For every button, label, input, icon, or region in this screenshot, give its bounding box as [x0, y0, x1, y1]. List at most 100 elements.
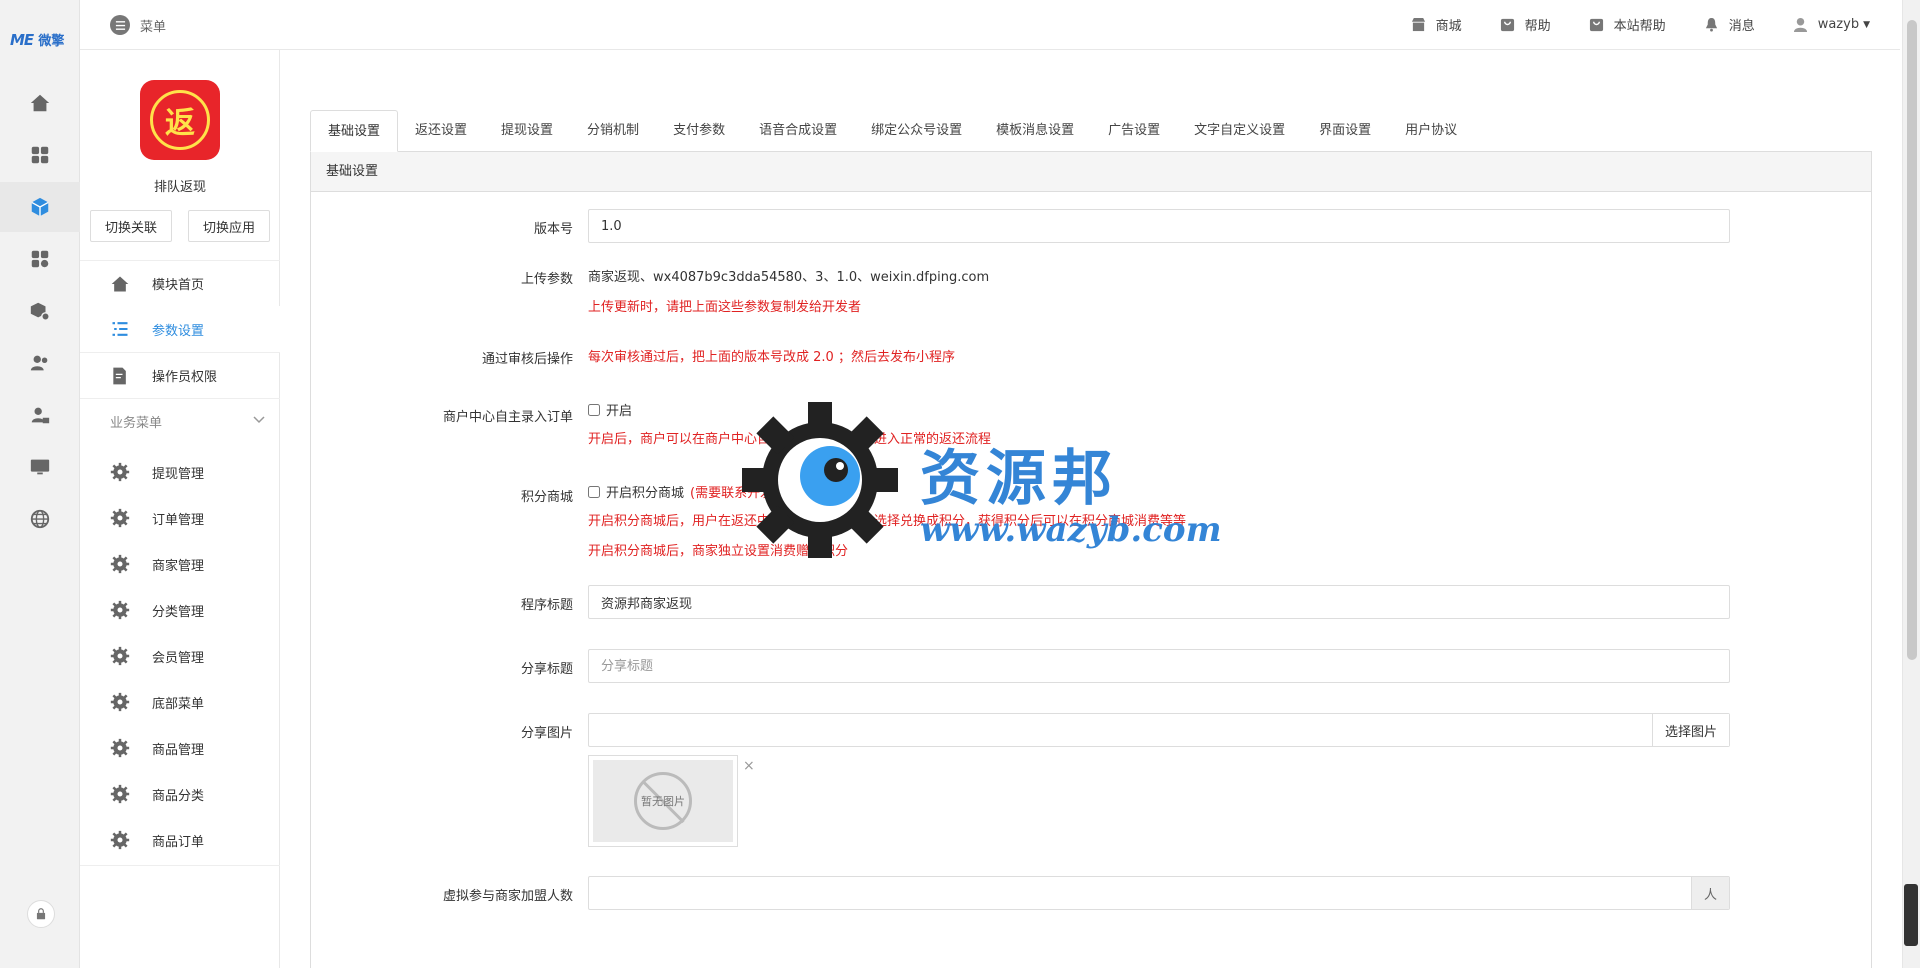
- nav-operator-permissions[interactable]: 操作员权限: [80, 352, 280, 398]
- points-mall-checkbox[interactable]: 开启积分商城 (需要联系开发者付费开通): [588, 482, 843, 501]
- points-mall-hint-2: 开启积分商城后，商家独立设置消费赠送积分: [588, 544, 849, 559]
- rail-users[interactable]: [0, 338, 80, 388]
- rail-modules[interactable]: [0, 182, 80, 232]
- share-image-input[interactable]: [589, 714, 1652, 746]
- floating-widget[interactable]: [1904, 884, 1918, 946]
- share-title-label: 分享标题: [520, 662, 573, 677]
- rail-home[interactable]: [0, 78, 80, 128]
- merchant-order-toggle[interactable]: [588, 403, 600, 416]
- app-logo: 返: [140, 80, 220, 160]
- top-link-mall[interactable]: 商城: [1411, 15, 1462, 34]
- tab-user-agreement[interactable]: 用户协议: [1388, 110, 1474, 152]
- icon-rail: ME 微擎: [0, 0, 80, 968]
- points-mall-label: 积分商城: [520, 490, 573, 505]
- tab-basic-settings[interactable]: 基础设置: [310, 110, 399, 152]
- box-gear-icon: [30, 302, 50, 321]
- biz-item[interactable]: 底部菜单: [80, 679, 280, 725]
- tab-ad-settings[interactable]: 广告设置: [1091, 110, 1177, 152]
- share-image-label: 分享图片: [520, 726, 573, 741]
- users-icon: [30, 355, 48, 371]
- biz-item[interactable]: 商家管理: [80, 541, 280, 587]
- points-mall-toggle[interactable]: [588, 485, 600, 498]
- menu-list-icon: [110, 15, 130, 35]
- nav-param-settings[interactable]: 参数设置: [80, 306, 280, 352]
- tab-payment-params[interactable]: 支付参数: [656, 110, 742, 152]
- tab-official-account[interactable]: 绑定公众号设置: [854, 110, 979, 152]
- scrollbar-thumb[interactable]: [1907, 20, 1917, 660]
- top-link-site-help[interactable]: 本站帮助: [1589, 15, 1666, 34]
- virtual-count-label: 虚拟参与商家加盟人数: [442, 889, 573, 904]
- after-audit-hint: 每次审核通过后，把上面的版本号改成 2.0 ；然后去发布小程序: [588, 350, 955, 365]
- top-link-help[interactable]: 帮助: [1500, 15, 1551, 34]
- virtual-count-group: 人: [588, 876, 1730, 910]
- merchant-order-checkbox[interactable]: 开启: [588, 400, 632, 419]
- nav-module-home[interactable]: 模块首页: [80, 260, 280, 306]
- grid-gear-icon: [31, 250, 49, 268]
- upload-params-label: 上传参数: [520, 272, 573, 287]
- panel-title: 基础设置: [311, 152, 1871, 192]
- rail-module-settings[interactable]: [0, 286, 80, 336]
- top-bar: 菜单 商城 帮助 本站帮助 消息 wazyb ▼: [80, 0, 1900, 50]
- grid-icon: [31, 146, 49, 164]
- share-image-preview: 暂无图片 ×: [588, 755, 755, 847]
- list-icon: [112, 322, 128, 336]
- gear-icon: [110, 784, 130, 804]
- version-input[interactable]: [588, 209, 1730, 243]
- biz-item[interactable]: 商品管理: [80, 725, 280, 771]
- rail-site[interactable]: [0, 494, 80, 544]
- program-title-label: 程序标题: [520, 598, 573, 613]
- choose-image-button[interactable]: 选择图片: [1651, 714, 1729, 746]
- help-bag-icon: [1500, 18, 1514, 32]
- gear-icon: [110, 830, 130, 850]
- business-menu-header[interactable]: 业务菜单: [80, 398, 280, 444]
- edit-doc-icon: [113, 367, 126, 384]
- site-help-bag-icon: [1589, 18, 1603, 32]
- home-icon: [30, 94, 50, 112]
- rail-system[interactable]: [0, 442, 80, 492]
- tab-template-message[interactable]: 模板消息设置: [979, 110, 1091, 152]
- virtual-count-unit: 人: [1690, 877, 1729, 909]
- tab-ui-settings[interactable]: 界面设置: [1302, 110, 1388, 152]
- virtual-count-input[interactable]: [589, 877, 1691, 909]
- settings-tabs: 基础设置 返还设置 提现设置 分销机制 支付参数 语音合成设置 绑定公众号设置 …: [310, 110, 1872, 152]
- globe-icon: [30, 509, 50, 529]
- module-sidebar: 返 排队返现 切换关联 切换应用 模块首页 参数设置 操作员权限 业务菜单 提现…: [80, 50, 280, 968]
- switch-app-button[interactable]: 切换应用: [188, 210, 270, 242]
- main-content: 基础设置 返还设置 提现设置 分销机制 支付参数 语音合成设置 绑定公众号设置 …: [310, 110, 1872, 968]
- biz-item[interactable]: 会员管理: [80, 633, 280, 679]
- tab-distribution[interactable]: 分销机制: [570, 110, 656, 152]
- gear-icon: [110, 692, 130, 712]
- tab-withdraw-settings[interactable]: 提现设置: [484, 110, 570, 152]
- biz-item[interactable]: 提现管理: [80, 449, 280, 495]
- biz-item[interactable]: 分类管理: [80, 587, 280, 633]
- biz-item[interactable]: 商品订单: [80, 817, 280, 863]
- rail-account[interactable]: [0, 390, 80, 440]
- menu-toggle[interactable]: 菜单: [110, 15, 166, 35]
- top-link-messages[interactable]: 消息: [1704, 15, 1755, 34]
- app-name: 排队返现: [153, 180, 206, 195]
- rail-apps[interactable]: [0, 130, 80, 180]
- settings-panel: 基础设置 版本号 上传参数 商家返现、wx4087b9c3dda54580、3、…: [310, 152, 1872, 968]
- chevron-down-icon: [253, 416, 265, 424]
- program-title-input[interactable]: [588, 585, 1730, 619]
- biz-item[interactable]: 订单管理: [80, 495, 280, 541]
- gear-icon: [110, 508, 130, 528]
- tab-return-settings[interactable]: 返还设置: [398, 110, 484, 152]
- lock-button[interactable]: [27, 900, 55, 928]
- bell-icon: [1705, 17, 1717, 32]
- upload-params-value: 商家返现、wx4087b9c3dda54580、3、1.0、weixin.dfp…: [588, 270, 990, 285]
- tab-custom-text[interactable]: 文字自定义设置: [1177, 110, 1302, 152]
- tab-tts-settings[interactable]: 语音合成设置: [742, 110, 854, 152]
- user-lock-icon: [31, 407, 50, 424]
- biz-item[interactable]: 商品分类: [80, 771, 280, 817]
- brand-logo[interactable]: ME 微擎: [10, 30, 64, 49]
- gear-icon: [110, 646, 130, 666]
- share-title-input[interactable]: [588, 649, 1730, 683]
- remove-image-icon[interactable]: ×: [743, 758, 755, 774]
- page-scrollbar[interactable]: [1902, 0, 1920, 968]
- top-link-user[interactable]: wazyb ▼: [1793, 15, 1870, 34]
- rail-app-settings[interactable]: [0, 234, 80, 284]
- switch-relation-button[interactable]: 切换关联: [90, 210, 172, 242]
- lock-icon: [36, 908, 46, 920]
- points-mall-hint-1: 开启积分商城后，用户在返还中获得的积分，可以选择兑换成积分，获得积分后可以在积分…: [588, 514, 1187, 529]
